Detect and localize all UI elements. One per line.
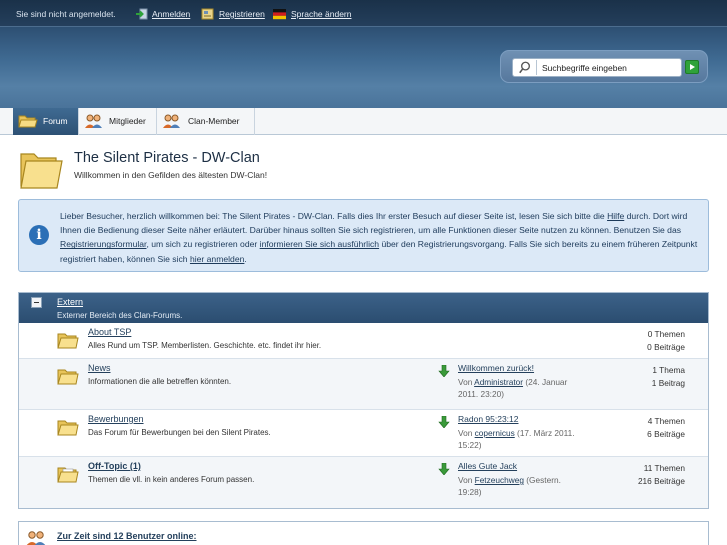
post-count: 0 Beiträge [647,342,685,352]
german-flag-icon [273,9,286,20]
board-row: News Informationen die alle betreffen kö… [19,359,708,410]
search-icon [519,60,537,75]
search-submit-button[interactable] [685,60,699,74]
board-description: Informationen die alle betreffen könnten… [88,377,232,386]
collapse-toggle[interactable] [31,297,42,308]
tab-clan-member[interactable]: Clan-Member [157,108,255,135]
register-link[interactable]: Registrieren [219,9,265,19]
thread-count: 0 Themen [647,329,685,339]
users-online-icon [26,531,46,545]
board-stats: 4 Themen 6 Beiträge [647,415,685,441]
login-icon [136,8,148,20]
members-icon [85,114,102,128]
registration-info-link[interactable]: informieren Sie sich ausführlich [260,239,379,249]
language-link[interactable]: Sprache ändern [291,9,352,19]
online-users-box: Zur Zeit sind 12 Benutzer online: [18,521,709,545]
post-count: 6 Beiträge [647,429,685,439]
search-box: Suchbegriffe eingeben [500,50,708,83]
board-title[interactable]: News [88,363,111,373]
last-post-title[interactable]: Alles Gute Jack [458,461,517,471]
last-post-title[interactable]: Radon 95:23:12 [458,414,519,424]
register-icon [201,8,214,20]
help-link[interactable]: Hilfe [607,211,624,221]
board-title[interactable]: Bewerbungen [88,414,144,424]
last-post-title[interactable]: Willkommen zurück! [458,363,534,373]
board-stats: 0 Themen 0 Beiträge [647,328,685,354]
info-text: Lieber Besucher, herzlich willkommen bei… [60,211,698,264]
last-post-author[interactable]: Administrator [474,377,523,387]
tab-forum[interactable]: Forum [13,108,79,135]
category-header: Extern Externer Bereich des Clan-Forums. [19,293,708,323]
login-here-link[interactable]: hier anmelden [190,254,244,264]
tab-mitglieder[interactable]: Mitglieder [79,108,157,135]
board-description: Themen die vll. in kein anderes Forum pa… [88,475,255,484]
thread-count: 4 Themen [647,416,685,426]
board-row: Bewerbungen Das Forum für Bewerbungen be… [19,410,708,457]
go-to-last-post-icon[interactable] [438,463,450,475]
last-post-meta: Von copernicus (17. März 2011. 15:22) [458,428,575,450]
board-description: Alles Rund um TSP. Memberlisten. Geschic… [88,341,322,350]
post-count: 216 Beiträge [637,476,685,486]
login-status: Sie sind nicht angemeldet. [16,9,116,19]
folder-icon [18,115,38,128]
info-box: Lieber Besucher, herzlich willkommen bei… [18,199,709,272]
go-to-last-post-icon[interactable] [438,365,450,377]
forum-category: Extern Externer Bereich des Clan-Forums.… [18,292,709,509]
category-description: Externer Bereich des Clan-Forums. [57,311,183,320]
board-row: Off-Topic (1) Themen die vll. in kein an… [19,457,708,508]
post-count: 1 Beitrag [651,378,685,388]
last-post-author[interactable]: copernicus [475,428,515,438]
folder-icon [57,333,79,349]
board-title[interactable]: About TSP [88,327,131,337]
page-title: The Silent Pirates - DW-Clan [74,150,260,166]
page-subtitle: Willkommen in den Gefilden des ältesten … [74,170,268,180]
online-users-title[interactable]: Zur Zeit sind 12 Benutzer online: [57,531,197,541]
last-post-meta: Von Fetzeuchweg (Gestern. 19:28) [458,475,561,497]
board-stats: 1 Thema 1 Beitrag [652,364,685,390]
forum-folder-icon [20,153,63,189]
last-post-author[interactable]: Fetzeuchweg [475,475,524,485]
search-placeholder: Suchbegriffe eingeben [542,63,627,73]
search-input[interactable]: Suchbegriffe eingeben [512,58,682,77]
login-link[interactable]: Anmelden [152,9,190,19]
go-to-last-post-icon[interactable] [438,416,450,428]
board-description: Das Forum für Bewerbungen bei den Silent… [88,428,271,437]
thread-count: 11 Themen [643,463,685,473]
board-row: About TSP Alles Rund um TSP. Memberliste… [19,323,708,359]
thread-count: 1 Thema [652,365,685,375]
user-bar: Sie sind nicht angemeldet. Anmelden Regi… [0,0,727,27]
main-tabs: Forum Mitglieder Clan-Member [0,108,727,135]
board-title[interactable]: Off-Topic (1) [88,461,141,471]
folder-new-posts-icon [57,467,79,483]
last-post-meta: Von Administrator (24. Januar 2011. 23:2… [458,377,568,399]
board-stats: 11 Themen 216 Beiträge [638,462,685,488]
category-title[interactable]: Extern [57,297,83,307]
folder-icon [57,420,79,436]
registration-form-link[interactable]: Registrierungsformular [60,239,146,249]
members-icon [163,114,180,128]
folder-icon [57,369,79,385]
header: Sie sind nicht angemeldet. Anmelden Regi… [0,0,727,108]
info-icon [29,225,49,245]
